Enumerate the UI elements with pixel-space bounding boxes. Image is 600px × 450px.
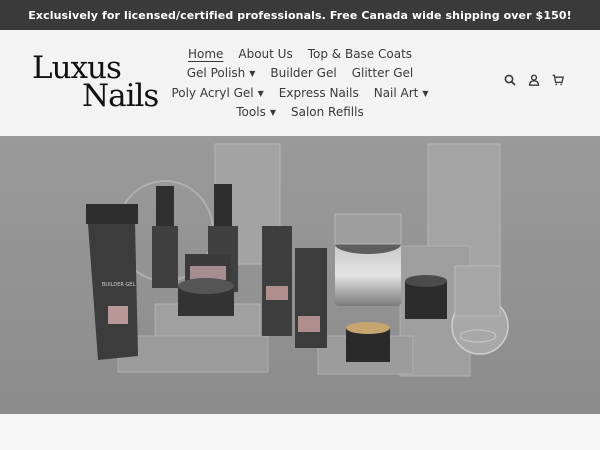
header-icons — [504, 74, 564, 86]
nav-item-poly-acryl-gel[interactable]: Poly Acryl Gel ▼ — [171, 86, 263, 100]
nav-row: Home About Us Top & Base Coats — [188, 44, 412, 64]
nav-item-tools[interactable]: Tools ▼ — [236, 105, 276, 119]
nav-item-nail-art[interactable]: Nail Art ▼ — [374, 86, 429, 100]
logo-line-2: Nails — [82, 78, 159, 114]
site-header: Luxus Nails Home About Us Top & Base Coa… — [0, 30, 600, 136]
chevron-down-icon: ▼ — [249, 69, 256, 79]
nav-row: Gel Polish ▼ Builder Gel Glitter Gel — [187, 64, 413, 84]
nav-item-salon-refills[interactable]: Salon Refills — [291, 105, 364, 119]
nav-item-glitter-gel[interactable]: Glitter Gel — [352, 66, 414, 80]
hero-banner[interactable]: BUILDER GEL — [0, 136, 600, 414]
content-area — [0, 414, 600, 450]
nav-item-gel-polish[interactable]: Gel Polish ▼ — [187, 66, 256, 80]
hero-product-image: BUILDER GEL — [0, 136, 600, 414]
announcement-text: Exclusively for licensed/certified profe… — [28, 8, 572, 22]
nav-item-label: Nail Art — [373, 85, 419, 100]
search-icon[interactable] — [504, 74, 516, 86]
nav-item-label: Tools — [236, 105, 266, 120]
nav-item-about-us[interactable]: About Us — [238, 47, 292, 61]
cart-icon[interactable] — [552, 74, 564, 86]
chevron-down-icon: ▼ — [269, 108, 276, 118]
nav-item-top-base-coats[interactable]: Top & Base Coats — [308, 47, 412, 61]
announcement-bar: Exclusively for licensed/certified profe… — [0, 0, 600, 30]
nav-row: Tools ▼ Salon Refills — [236, 103, 363, 123]
nav-item-label: Poly Acryl Gel — [171, 85, 254, 100]
nav-item-label: Gel Polish — [186, 66, 246, 81]
main-nav: Home About Us Top & Base Coats Gel Polis… — [170, 44, 430, 122]
nav-item-express-nails[interactable]: Express Nails — [279, 86, 359, 100]
tube-label-builder-gel: BUILDER GEL — [102, 282, 135, 288]
chevron-down-icon: ▼ — [422, 88, 429, 98]
nav-row: Poly Acryl Gel ▼ Express Nails Nail Art ▼ — [171, 83, 428, 103]
account-icon[interactable] — [528, 74, 540, 86]
nav-item-builder-gel[interactable]: Builder Gel — [270, 66, 336, 80]
chevron-down-icon: ▼ — [257, 88, 264, 98]
logo[interactable]: Luxus Nails — [32, 52, 162, 116]
nav-item-home[interactable]: Home — [188, 47, 223, 61]
